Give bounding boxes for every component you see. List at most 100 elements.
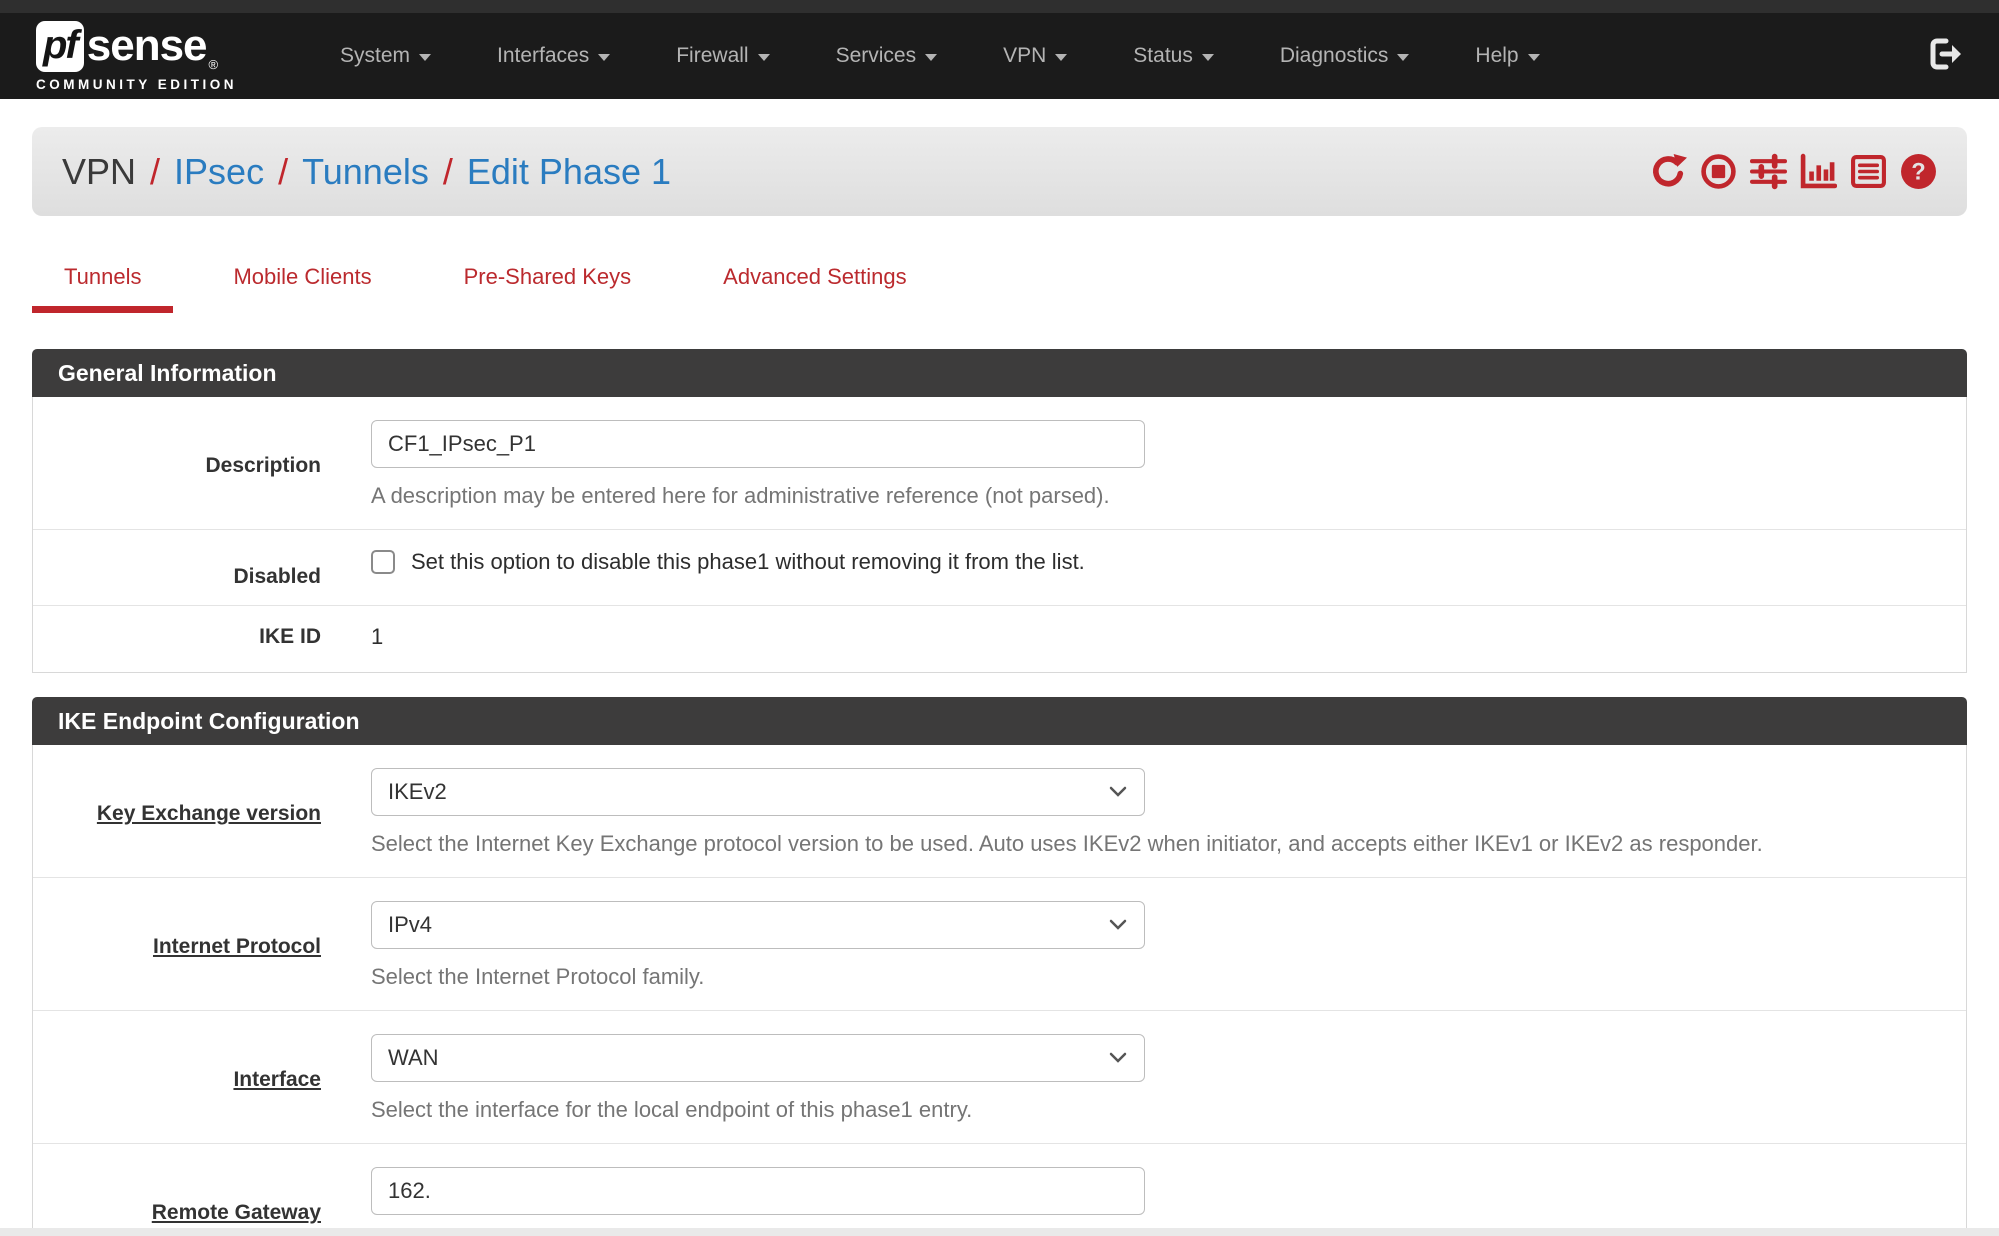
ike-id-value: 1 bbox=[371, 624, 383, 649]
tab-label: Tunnels bbox=[64, 264, 141, 289]
breadcrumb-separator: / bbox=[443, 151, 453, 193]
chevron-down-icon bbox=[1108, 912, 1128, 938]
main-menu: System Interfaces Firewall Services VPN … bbox=[307, 44, 1927, 68]
internet-protocol-select[interactable]: IPv4 bbox=[371, 901, 1145, 949]
form-row-remote-gateway: Remote Gateway Enter the public IP addre… bbox=[33, 1143, 1966, 1236]
menu-item-status[interactable]: Status bbox=[1100, 44, 1247, 68]
tab-bar: Tunnels Mobile Clients Pre-Shared Keys A… bbox=[32, 256, 1967, 313]
select-value: WAN bbox=[388, 1045, 439, 1071]
bar-chart-icon[interactable] bbox=[1800, 153, 1837, 190]
internet-protocol-label: Internet Protocol bbox=[153, 935, 321, 958]
tab-label: Pre-Shared Keys bbox=[464, 264, 632, 289]
breadcrumb-trail: VPN / IPsec / Tunnels / Edit Phase 1 bbox=[62, 151, 671, 193]
breadcrumb-link-ipsec[interactable]: IPsec bbox=[174, 151, 264, 193]
menu-label: Interfaces bbox=[497, 44, 589, 68]
description-help-text: A description may be entered here for ad… bbox=[371, 483, 1926, 509]
menu-item-firewall[interactable]: Firewall bbox=[643, 44, 802, 68]
pf-logo-mark: pf bbox=[36, 21, 84, 72]
menu-item-diagnostics[interactable]: Diagnostics bbox=[1247, 44, 1443, 68]
section-title-ike-endpoint-configuration: IKE Endpoint Configuration bbox=[32, 697, 1967, 745]
sliders-icon[interactable] bbox=[1750, 153, 1787, 190]
key-exchange-version-select[interactable]: IKEv2 bbox=[371, 768, 1145, 816]
svg-text:?: ? bbox=[1911, 160, 1925, 186]
menu-label: Help bbox=[1475, 44, 1518, 68]
menu-label: System bbox=[340, 44, 410, 68]
menu-label: Services bbox=[836, 44, 917, 68]
chevron-down-icon bbox=[1397, 54, 1409, 61]
tab-mobile-clients[interactable]: Mobile Clients bbox=[201, 256, 403, 306]
disabled-checkbox-label: Set this option to disable this phase1 w… bbox=[411, 549, 1085, 575]
breadcrumb: VPN / IPsec / Tunnels / Edit Phase 1 bbox=[32, 127, 1967, 216]
disabled-label: Disabled bbox=[233, 565, 321, 588]
disabled-checkbox[interactable] bbox=[371, 550, 395, 574]
tab-label: Advanced Settings bbox=[723, 264, 906, 289]
tab-advanced-settings[interactable]: Advanced Settings bbox=[691, 256, 938, 306]
section-general-information: General Information Description A descri… bbox=[32, 349, 1967, 673]
sense-logo-text: sense bbox=[87, 24, 207, 68]
interface-select[interactable]: WAN bbox=[371, 1034, 1145, 1082]
tab-label: Mobile Clients bbox=[233, 264, 371, 289]
chevron-down-icon bbox=[1108, 1045, 1128, 1071]
menu-item-services[interactable]: Services bbox=[803, 44, 971, 68]
interface-help-text: Select the interface for the local endpo… bbox=[371, 1097, 1926, 1123]
menu-label: Firewall bbox=[676, 44, 748, 68]
key-exchange-version-help-text: Select the Internet Key Exchange protoco… bbox=[371, 831, 1926, 857]
chevron-down-icon bbox=[925, 54, 937, 61]
section-ike-endpoint-configuration: IKE Endpoint Configuration Key Exchange … bbox=[32, 697, 1967, 1236]
menu-label: Status bbox=[1133, 44, 1193, 68]
menu-item-help[interactable]: Help bbox=[1442, 44, 1572, 68]
breadcrumb-separator: / bbox=[150, 151, 160, 193]
chevron-down-icon bbox=[1202, 54, 1214, 61]
menu-item-vpn[interactable]: VPN bbox=[970, 44, 1100, 68]
tab-pre-shared-keys[interactable]: Pre-Shared Keys bbox=[432, 256, 664, 306]
top-navbar: pf sense ® COMMUNITY EDITION System Inte… bbox=[0, 13, 1999, 99]
stop-circle-icon[interactable] bbox=[1700, 153, 1737, 190]
breadcrumb-link-edit-phase-1[interactable]: Edit Phase 1 bbox=[467, 151, 671, 193]
menu-label: VPN bbox=[1003, 44, 1046, 68]
breadcrumb-separator: / bbox=[278, 151, 288, 193]
select-value: IPv4 bbox=[388, 912, 432, 938]
internet-protocol-help-text: Select the Internet Protocol family. bbox=[371, 964, 1926, 990]
list-icon[interactable] bbox=[1850, 153, 1887, 190]
breadcrumb-actions: ? bbox=[1650, 153, 1937, 190]
pfsense-logo[interactable]: pf sense ® COMMUNITY EDITION bbox=[36, 21, 237, 92]
section-body: Key Exchange version IKEv2 Select the In… bbox=[32, 745, 1967, 1236]
description-label: Description bbox=[205, 454, 321, 477]
chevron-down-icon bbox=[1108, 779, 1128, 805]
form-row-disabled: Disabled Set this option to disable this… bbox=[33, 529, 1966, 605]
pf-logo-text: pf bbox=[43, 23, 77, 67]
remote-gateway-input[interactable] bbox=[371, 1167, 1145, 1215]
menu-item-interfaces[interactable]: Interfaces bbox=[464, 44, 643, 68]
community-edition-label: COMMUNITY EDITION bbox=[36, 77, 237, 92]
section-title-general-information: General Information bbox=[32, 349, 1967, 397]
menu-item-system[interactable]: System bbox=[307, 44, 464, 68]
ike-id-label: IKE ID bbox=[259, 625, 321, 648]
chevron-down-icon bbox=[419, 54, 431, 61]
select-value: IKEv2 bbox=[388, 779, 447, 805]
breadcrumb-link-tunnels[interactable]: Tunnels bbox=[302, 151, 429, 193]
logout-button[interactable] bbox=[1927, 36, 1963, 77]
form-row-ike-id: IKE ID 1 bbox=[33, 605, 1966, 672]
remote-gateway-label: Remote Gateway bbox=[152, 1201, 321, 1224]
pfsense-page: pf sense ® COMMUNITY EDITION System Inte… bbox=[0, 0, 1999, 1236]
description-input[interactable] bbox=[371, 420, 1145, 468]
refresh-icon[interactable] bbox=[1650, 153, 1687, 190]
chevron-down-icon bbox=[1528, 54, 1540, 61]
chevron-down-icon bbox=[758, 54, 770, 61]
navbar-top-strip bbox=[0, 0, 1999, 13]
form-row-interface: Interface WAN Select the interface for t… bbox=[33, 1010, 1966, 1143]
section-body: Description A description may be entered… bbox=[32, 397, 1967, 673]
chevron-down-icon bbox=[1055, 54, 1067, 61]
breadcrumb-vpn: VPN bbox=[62, 151, 136, 193]
interface-label: Interface bbox=[233, 1068, 321, 1091]
form-row-description: Description A description may be entered… bbox=[33, 397, 1966, 529]
chevron-down-icon bbox=[598, 54, 610, 61]
help-icon[interactable]: ? bbox=[1900, 153, 1937, 190]
key-exchange-version-label: Key Exchange version bbox=[97, 802, 321, 825]
form-row-key-exchange-version: Key Exchange version IKEv2 Select the In… bbox=[33, 745, 1966, 877]
page-bottom-strip bbox=[0, 1228, 1999, 1236]
tab-tunnels[interactable]: Tunnels bbox=[32, 256, 173, 313]
menu-label: Diagnostics bbox=[1280, 44, 1389, 68]
sign-out-icon bbox=[1927, 36, 1963, 77]
form-row-internet-protocol: Internet Protocol IPv4 Select the Intern… bbox=[33, 877, 1966, 1010]
